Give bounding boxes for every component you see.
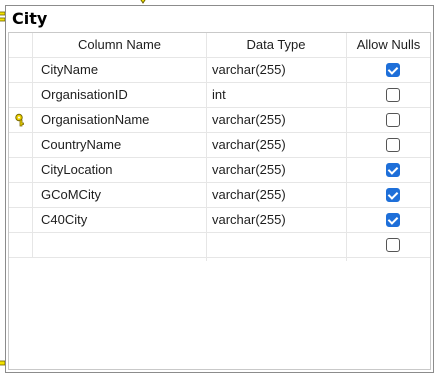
header-data-type[interactable]: Data Type [206,33,346,57]
allow-nulls-cell [349,208,431,232]
column-name-cell[interactable] [41,233,201,257]
column-grid[interactable]: Column Name Data Type Allow Nulls CityNa… [8,32,431,370]
table-designer-window[interactable]: City Column Name Data Type Allow Nulls C… [5,5,434,373]
allow-nulls-cell [349,158,431,182]
table-row[interactable]: CityLocation varchar(255) [9,158,430,183]
column-name-cell[interactable]: OrganisationName [41,108,201,132]
row-selector[interactable] [9,208,33,232]
table-row[interactable]: OrganisationID int [9,83,430,108]
table-row[interactable]: GCoMCity varchar(255) [9,183,430,208]
column-name-cell[interactable]: CityLocation [41,158,201,182]
row-selector-header [9,33,33,57]
data-type-cell[interactable]: varchar(255) [212,133,352,157]
allow-nulls-checkbox[interactable] [386,238,400,252]
allow-nulls-checkbox[interactable] [386,163,400,177]
table-row[interactable]: CountryName varchar(255) [9,133,430,158]
allow-nulls-cell [349,108,431,132]
data-type-cell[interactable]: varchar(255) [212,108,352,132]
row-selector[interactable] [9,108,33,132]
table-row[interactable]: OrganisationName varchar(255) [9,108,430,133]
column-name-cell[interactable]: OrganisationID [41,83,201,107]
column-name-cell[interactable]: GCoMCity [41,183,201,207]
allow-nulls-cell [349,58,431,82]
table-title[interactable]: City [12,8,47,30]
allow-nulls-checkbox[interactable] [386,113,400,127]
table-row[interactable]: CityName varchar(255) [9,58,430,83]
row-selector[interactable] [9,158,33,182]
row-selector[interactable] [9,233,33,257]
allow-nulls-cell [349,233,431,257]
table-row[interactable]: C40City varchar(255) [9,208,430,233]
grid-header-row: Column Name Data Type Allow Nulls [9,33,430,58]
allow-nulls-checkbox[interactable] [386,138,400,152]
data-type-cell[interactable]: varchar(255) [212,208,352,232]
column-name-cell[interactable]: CountryName [41,133,201,157]
row-selector[interactable] [9,58,33,82]
allow-nulls-checkbox[interactable] [386,88,400,102]
column-name-cell[interactable]: C40City [41,208,201,232]
data-type-cell[interactable]: varchar(255) [212,158,352,182]
row-selector[interactable] [9,183,33,207]
data-type-cell[interactable] [212,233,352,257]
primary-key-icon [15,113,24,127]
allow-nulls-checkbox[interactable] [386,63,400,77]
row-selector[interactable] [9,133,33,157]
table-row[interactable] [9,233,430,258]
allow-nulls-checkbox[interactable] [386,213,400,227]
data-type-cell[interactable]: varchar(255) [212,58,352,82]
data-type-cell[interactable]: varchar(255) [212,183,352,207]
header-column-name[interactable]: Column Name [33,33,206,57]
allow-nulls-cell [349,133,431,157]
allow-nulls-checkbox[interactable] [386,188,400,202]
header-allow-nulls[interactable]: Allow Nulls [346,33,431,57]
row-selector[interactable] [9,83,33,107]
allow-nulls-cell [349,183,431,207]
column-name-cell[interactable]: CityName [41,58,201,82]
data-type-cell[interactable]: int [212,83,352,107]
allow-nulls-cell [349,83,431,107]
